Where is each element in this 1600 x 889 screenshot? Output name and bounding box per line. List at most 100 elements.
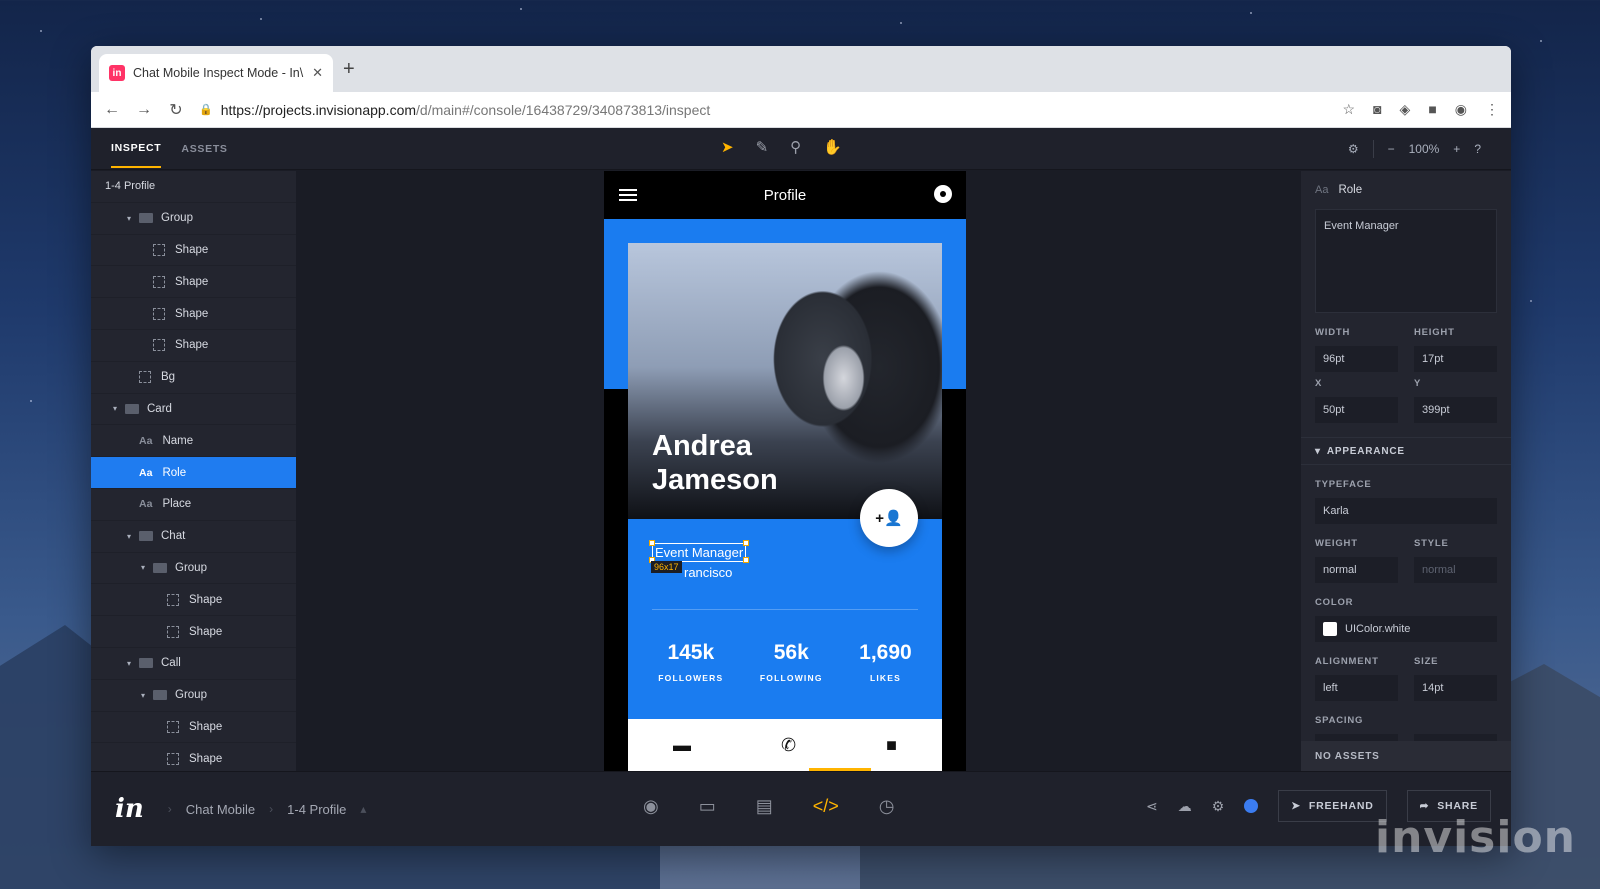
layer-item[interactable]: Bg <box>91 362 296 394</box>
chevron-right-icon: › <box>167 802 172 816</box>
x-field[interactable]: 50pt <box>1315 397 1398 423</box>
layer-item[interactable]: Aa Name <box>91 425 296 458</box>
layer-item[interactable]: Aa Role <box>91 457 296 489</box>
layer-item[interactable]: Shape <box>91 616 296 648</box>
color-field[interactable]: UIColor.white <box>1315 616 1497 642</box>
freehand-label: FREEHAND <box>1308 800 1374 812</box>
phone-title: Profile <box>763 186 807 204</box>
folder-icon <box>139 213 153 224</box>
url-field[interactable]: 🔒 https://projects.invisionapp.com/d/mai… <box>199 102 1329 118</box>
bookmark-icon[interactable]: ■ <box>1428 101 1436 118</box>
appearance-section[interactable]: ▾ APPEARANCE <box>1301 437 1511 465</box>
zoom-out-icon[interactable]: − <box>1388 142 1395 156</box>
place-text[interactable]: rancisco <box>684 565 732 580</box>
layer-item[interactable]: Shape <box>91 743 296 771</box>
freehand-button[interactable]: ➤ FREEHAND <box>1278 790 1387 822</box>
properties-panel: Aa Role Event Manager WIDTH 96pt HEIGHT … <box>1301 171 1511 771</box>
tab-assets[interactable]: ASSETS <box>181 131 227 167</box>
width-field[interactable]: 96pt <box>1315 346 1398 372</box>
style-field[interactable]: normal <box>1414 557 1497 583</box>
layer-item[interactable]: ▾ Call <box>91 648 296 680</box>
selection-handle[interactable] <box>649 540 655 546</box>
share-nodes-icon[interactable]: ⋖ <box>1146 798 1158 815</box>
settings-icon[interactable]: ⚙ <box>1348 142 1359 156</box>
layer-item[interactable]: ▾ Group <box>91 553 296 585</box>
settings-icon[interactable] <box>934 185 952 203</box>
breadcrumb-screen[interactable]: 1-4 Profile <box>287 802 346 817</box>
pointer-tool-icon[interactable]: ➤ <box>721 138 734 156</box>
layer-root[interactable]: 1-4 Profile <box>91 171 296 203</box>
layer-label: Name <box>162 434 194 447</box>
selection-handle[interactable] <box>743 540 749 546</box>
chat-icon[interactable]: ▬ <box>673 735 691 756</box>
tab-inspect[interactable]: INSPECT <box>111 130 162 168</box>
add-user-icon: +👤 <box>875 510 903 527</box>
layer-name: Role <box>1338 184 1363 196</box>
build-mode-icon[interactable]: ▭ <box>699 796 716 817</box>
help-icon[interactable]: ? <box>1474 142 1481 156</box>
inspect-mode-icon[interactable]: </> <box>813 796 839 817</box>
hamburger-icon[interactable] <box>619 189 637 201</box>
layer-item[interactable]: Shape <box>91 266 296 299</box>
layer-item[interactable]: Shape <box>91 235 296 267</box>
canvas[interactable]: Profile Andrea Jameson +👤 rancisco Event… <box>301 171 1266 771</box>
layer-item[interactable]: ▾ Card <box>91 394 296 426</box>
layer-label: Group <box>161 212 193 225</box>
layer-item[interactable]: Shape <box>91 330 296 362</box>
caret-down-icon[interactable]: ▾ <box>141 563 153 572</box>
layer-item[interactable]: Aa Place <box>91 489 296 521</box>
video-icon[interactable]: ■ <box>886 735 897 756</box>
back-icon[interactable]: ← <box>103 101 121 119</box>
layer-label: Role <box>162 466 187 479</box>
caret-down-icon[interactable]: ▾ <box>127 659 139 668</box>
user-avatar[interactable] <box>1244 799 1259 813</box>
camera-icon[interactable]: ◙ <box>1373 101 1381 118</box>
size-field[interactable]: 14pt <box>1414 675 1497 701</box>
role-text[interactable]: Event Manager <box>652 543 747 562</box>
caret-down-icon[interactable]: ▾ <box>127 532 139 541</box>
caret-up-icon[interactable]: ▴ <box>360 802 366 816</box>
preview-mode-icon[interactable]: ◉ <box>643 796 659 817</box>
caret-down-icon[interactable]: ▾ <box>113 404 125 413</box>
layer-item[interactable]: ▾ Group <box>91 680 296 712</box>
hand-tool-icon[interactable]: ✋ <box>823 138 842 156</box>
layer-item[interactable]: Shape <box>91 298 296 330</box>
account-icon[interactable]: ◉ <box>1455 101 1467 118</box>
search-tool-icon[interactable]: ⚲ <box>790 138 801 156</box>
caret-down-icon[interactable]: ▾ <box>127 214 139 223</box>
extension-icon[interactable]: ◈ <box>1400 101 1411 118</box>
text-content-box[interactable]: Event Manager <box>1315 209 1497 313</box>
freehand-icon: ➤ <box>1291 800 1301 812</box>
phone-artboard[interactable]: Profile Andrea Jameson +👤 rancisco Event… <box>604 171 966 771</box>
zoom-in-icon[interactable]: + <box>1453 142 1460 156</box>
star-icon[interactable]: ☆ <box>1343 101 1356 118</box>
weight-field[interactable]: normal <box>1315 557 1398 583</box>
menu-icon[interactable]: ⋮ <box>1485 101 1499 118</box>
browser-tab[interactable]: in Chat Mobile Inspect Mode - In\ ✕ <box>99 54 333 92</box>
cloud-upload-icon[interactable]: ☁ <box>1178 798 1192 815</box>
close-tab-icon[interactable]: ✕ <box>312 65 323 81</box>
add-friend-button[interactable]: +👤 <box>860 489 918 547</box>
layer-item[interactable]: ▾ Group <box>91 203 296 235</box>
typeface-field[interactable]: Karla <box>1315 498 1497 524</box>
layer-item[interactable]: Shape <box>91 584 296 617</box>
bottom-bar: in › Chat Mobile › 1-4 Profile ▴ ◉ ▭ ▤ <… <box>91 771 1511 846</box>
new-tab-icon[interactable]: + <box>343 58 355 81</box>
eyedropper-tool-icon[interactable]: ✎ <box>756 138 769 156</box>
history-mode-icon[interactable]: ◷ <box>879 796 895 817</box>
profile-name[interactable]: Andrea Jameson <box>652 429 778 497</box>
layer-item[interactable]: ▾ Chat <box>91 521 296 553</box>
height-field[interactable]: 17pt <box>1414 346 1497 372</box>
gear-icon[interactable]: ⚙ <box>1212 798 1225 815</box>
invision-logo[interactable]: in <box>115 794 144 824</box>
reload-icon[interactable]: ↻ <box>167 100 185 120</box>
alignment-field[interactable]: left <box>1315 675 1398 701</box>
selection-handle[interactable] <box>743 557 749 563</box>
forward-icon[interactable]: → <box>135 101 153 119</box>
phone-icon[interactable]: ✆ <box>781 735 796 756</box>
comment-mode-icon[interactable]: ▤ <box>756 796 773 817</box>
breadcrumb-project[interactable]: Chat Mobile <box>186 802 255 817</box>
caret-down-icon[interactable]: ▾ <box>141 691 153 700</box>
y-field[interactable]: 399pt <box>1414 397 1497 423</box>
layer-item[interactable]: Shape <box>91 712 296 744</box>
